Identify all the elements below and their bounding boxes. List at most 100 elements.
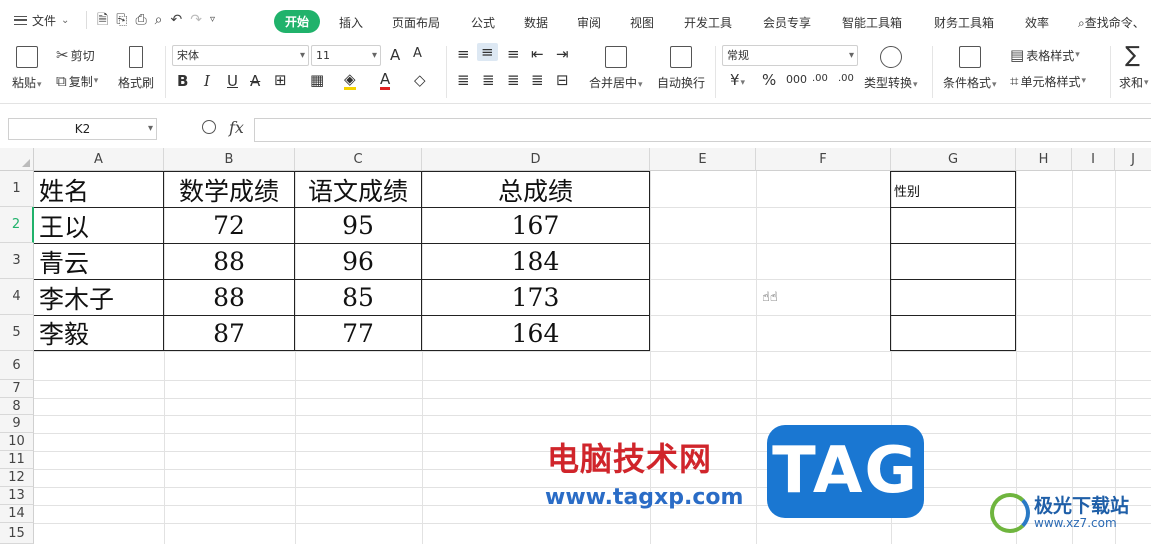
row-header-14[interactable]: 14 — [0, 505, 34, 523]
tab-page-layout[interactable]: 页面布局 — [392, 14, 440, 31]
underline-button[interactable]: U — [227, 72, 238, 90]
cell-d3[interactable]: 184 — [422, 244, 649, 279]
format-painter-button[interactable]: 格式刷 — [118, 46, 154, 91]
align-bottom-icon[interactable]: ≡ — [507, 45, 520, 63]
cell-c5[interactable]: 77 — [295, 316, 421, 350]
column-header-d[interactable]: D — [422, 148, 650, 171]
row-header-7[interactable]: 7 — [0, 380, 34, 398]
save-icon[interactable]: 🗎 — [97, 12, 108, 28]
zoom-icon[interactable] — [202, 120, 216, 134]
row-header-6[interactable]: 6 — [0, 351, 34, 380]
tab-insert[interactable]: 插入 — [339, 14, 363, 31]
tab-data[interactable]: 数据 — [524, 14, 548, 31]
cell-d2[interactable]: 167 — [422, 208, 649, 243]
strikethrough-button[interactable]: A — [250, 72, 260, 90]
column-header-j[interactable]: J — [1115, 148, 1151, 171]
align-middle-icon[interactable]: ≡ — [477, 43, 498, 61]
wrap-text-button[interactable]: 自动换行 — [657, 46, 705, 91]
tab-view[interactable]: 视图 — [630, 14, 654, 31]
cell-c1[interactable]: 语文成绩 — [295, 172, 421, 207]
copy-button[interactable]: ⧉ 复制 ▾ — [56, 72, 98, 90]
file-menu[interactable]: 文件 ⌄ — [0, 0, 86, 40]
tab-home[interactable]: 开始 — [274, 10, 321, 33]
cell-a5[interactable]: 李毅 — [34, 316, 163, 350]
cell-c3[interactable]: 96 — [295, 244, 421, 279]
font-size-select[interactable]: 11 — [311, 45, 381, 66]
cell-g1[interactable]: 性别 — [894, 181, 920, 200]
row-header-1[interactable]: 1 — [0, 171, 34, 207]
table-style-button[interactable]: ▤ 表格样式 ▾ — [1010, 46, 1080, 64]
column-header-h[interactable]: H — [1016, 148, 1072, 171]
fill-pattern-icon[interactable]: ▦ — [310, 71, 324, 89]
cell-d1[interactable]: 总成绩 — [422, 172, 649, 207]
tab-developer[interactable]: 开发工具 — [684, 14, 732, 31]
cell-b5[interactable]: 87 — [164, 316, 294, 350]
increase-font-icon[interactable]: A — [390, 46, 400, 64]
tab-finance-toolbox[interactable]: 财务工具箱 — [934, 14, 994, 31]
borders-icon[interactable]: ⊞ — [274, 71, 287, 89]
currency-button[interactable]: ¥▾ — [730, 71, 745, 89]
type-convert-button[interactable]: 类型转换▾ — [864, 46, 918, 91]
column-header-f[interactable]: F — [756, 148, 891, 171]
cell-c2[interactable]: 95 — [295, 208, 421, 243]
print-preview-icon[interactable]: ⌕ — [155, 12, 163, 28]
tab-review[interactable]: 审阅 — [577, 14, 601, 31]
sum-button[interactable]: 求和 ▾ — [1119, 74, 1149, 91]
tab-efficiency[interactable]: 效率 — [1025, 14, 1049, 31]
increase-decimal-button[interactable]: .00 — [812, 73, 828, 84]
indent-decrease-icon[interactable]: ⇤ — [531, 45, 544, 63]
cell-a4[interactable]: 李木子 — [34, 280, 163, 315]
cell-b2[interactable]: 72 — [164, 208, 294, 243]
select-all-corner[interactable] — [0, 148, 34, 171]
cell-b4[interactable]: 88 — [164, 280, 294, 315]
font-color-button[interactable]: A — [380, 71, 391, 90]
column-header-e[interactable]: E — [650, 148, 756, 171]
cell-d4[interactable]: 173 — [422, 280, 649, 315]
tab-member[interactable]: 会员专享 — [763, 14, 811, 31]
sum-icon[interactable]: ∑ — [1125, 43, 1140, 68]
percent-button[interactable]: % — [762, 71, 776, 89]
distributed-icon[interactable]: ⊟ — [556, 71, 569, 89]
cell-b3[interactable]: 88 — [164, 244, 294, 279]
justify-icon[interactable]: ≣ — [531, 71, 544, 89]
decrease-decimal-button[interactable]: .00 — [838, 73, 854, 84]
align-center-icon[interactable]: ≣ — [482, 71, 495, 89]
print-icon[interactable]: ⎙ — [135, 12, 146, 28]
cell-a2[interactable]: 王以 — [34, 208, 163, 243]
fill-color-icon[interactable]: ◈ — [344, 71, 356, 90]
column-header-i[interactable]: I — [1072, 148, 1115, 171]
column-header-b[interactable]: B — [164, 148, 295, 171]
row-header-9[interactable]: 9 — [0, 415, 34, 433]
cell-d5[interactable]: 164 — [422, 316, 649, 350]
row-header-12[interactable]: 12 — [0, 469, 34, 487]
row-header-15[interactable]: 15 — [0, 523, 34, 544]
undo-icon[interactable]: ↶ — [171, 12, 183, 28]
export-icon[interactable]: ⎘ — [116, 12, 127, 28]
cell-style-button[interactable]: ⌗ 单元格样式 ▾ — [1010, 72, 1086, 90]
bold-button[interactable]: B — [177, 72, 188, 90]
decrease-font-icon[interactable]: A — [413, 46, 422, 61]
row-header-2[interactable]: 2 — [0, 207, 34, 243]
formula-input[interactable] — [254, 118, 1151, 142]
align-left-icon[interactable]: ≣ — [457, 71, 470, 89]
function-icon[interactable]: fx — [229, 118, 244, 137]
tab-formulas[interactable]: 公式 — [471, 14, 495, 31]
number-format-select[interactable]: 常规 — [722, 45, 858, 66]
column-header-c[interactable]: C — [295, 148, 422, 171]
merge-center-button[interactable]: 合并居中▾ — [589, 46, 643, 91]
row-header-10[interactable]: 10 — [0, 433, 34, 451]
row-header-5[interactable]: 5 — [0, 315, 34, 351]
name-box[interactable]: K2 — [8, 118, 157, 140]
cut-button[interactable]: ✂ 剪切 — [56, 46, 95, 64]
align-top-icon[interactable]: ≡ — [457, 45, 470, 63]
conditional-format-button[interactable]: 条件格式▾ — [943, 46, 997, 91]
row-header-8[interactable]: 8 — [0, 398, 34, 415]
thousands-button[interactable]: 000 — [786, 73, 807, 86]
tab-smart-toolbox[interactable]: 智能工具箱 — [842, 14, 902, 31]
row-header-11[interactable]: 11 — [0, 451, 34, 469]
cell-a1[interactable]: 姓名 — [34, 172, 163, 207]
cell-b1[interactable]: 数学成绩 — [164, 172, 294, 207]
command-search[interactable]: ⌕查找命令、 — [1078, 14, 1145, 31]
column-header-a[interactable]: A — [34, 148, 164, 171]
italic-button[interactable]: I — [204, 72, 210, 90]
